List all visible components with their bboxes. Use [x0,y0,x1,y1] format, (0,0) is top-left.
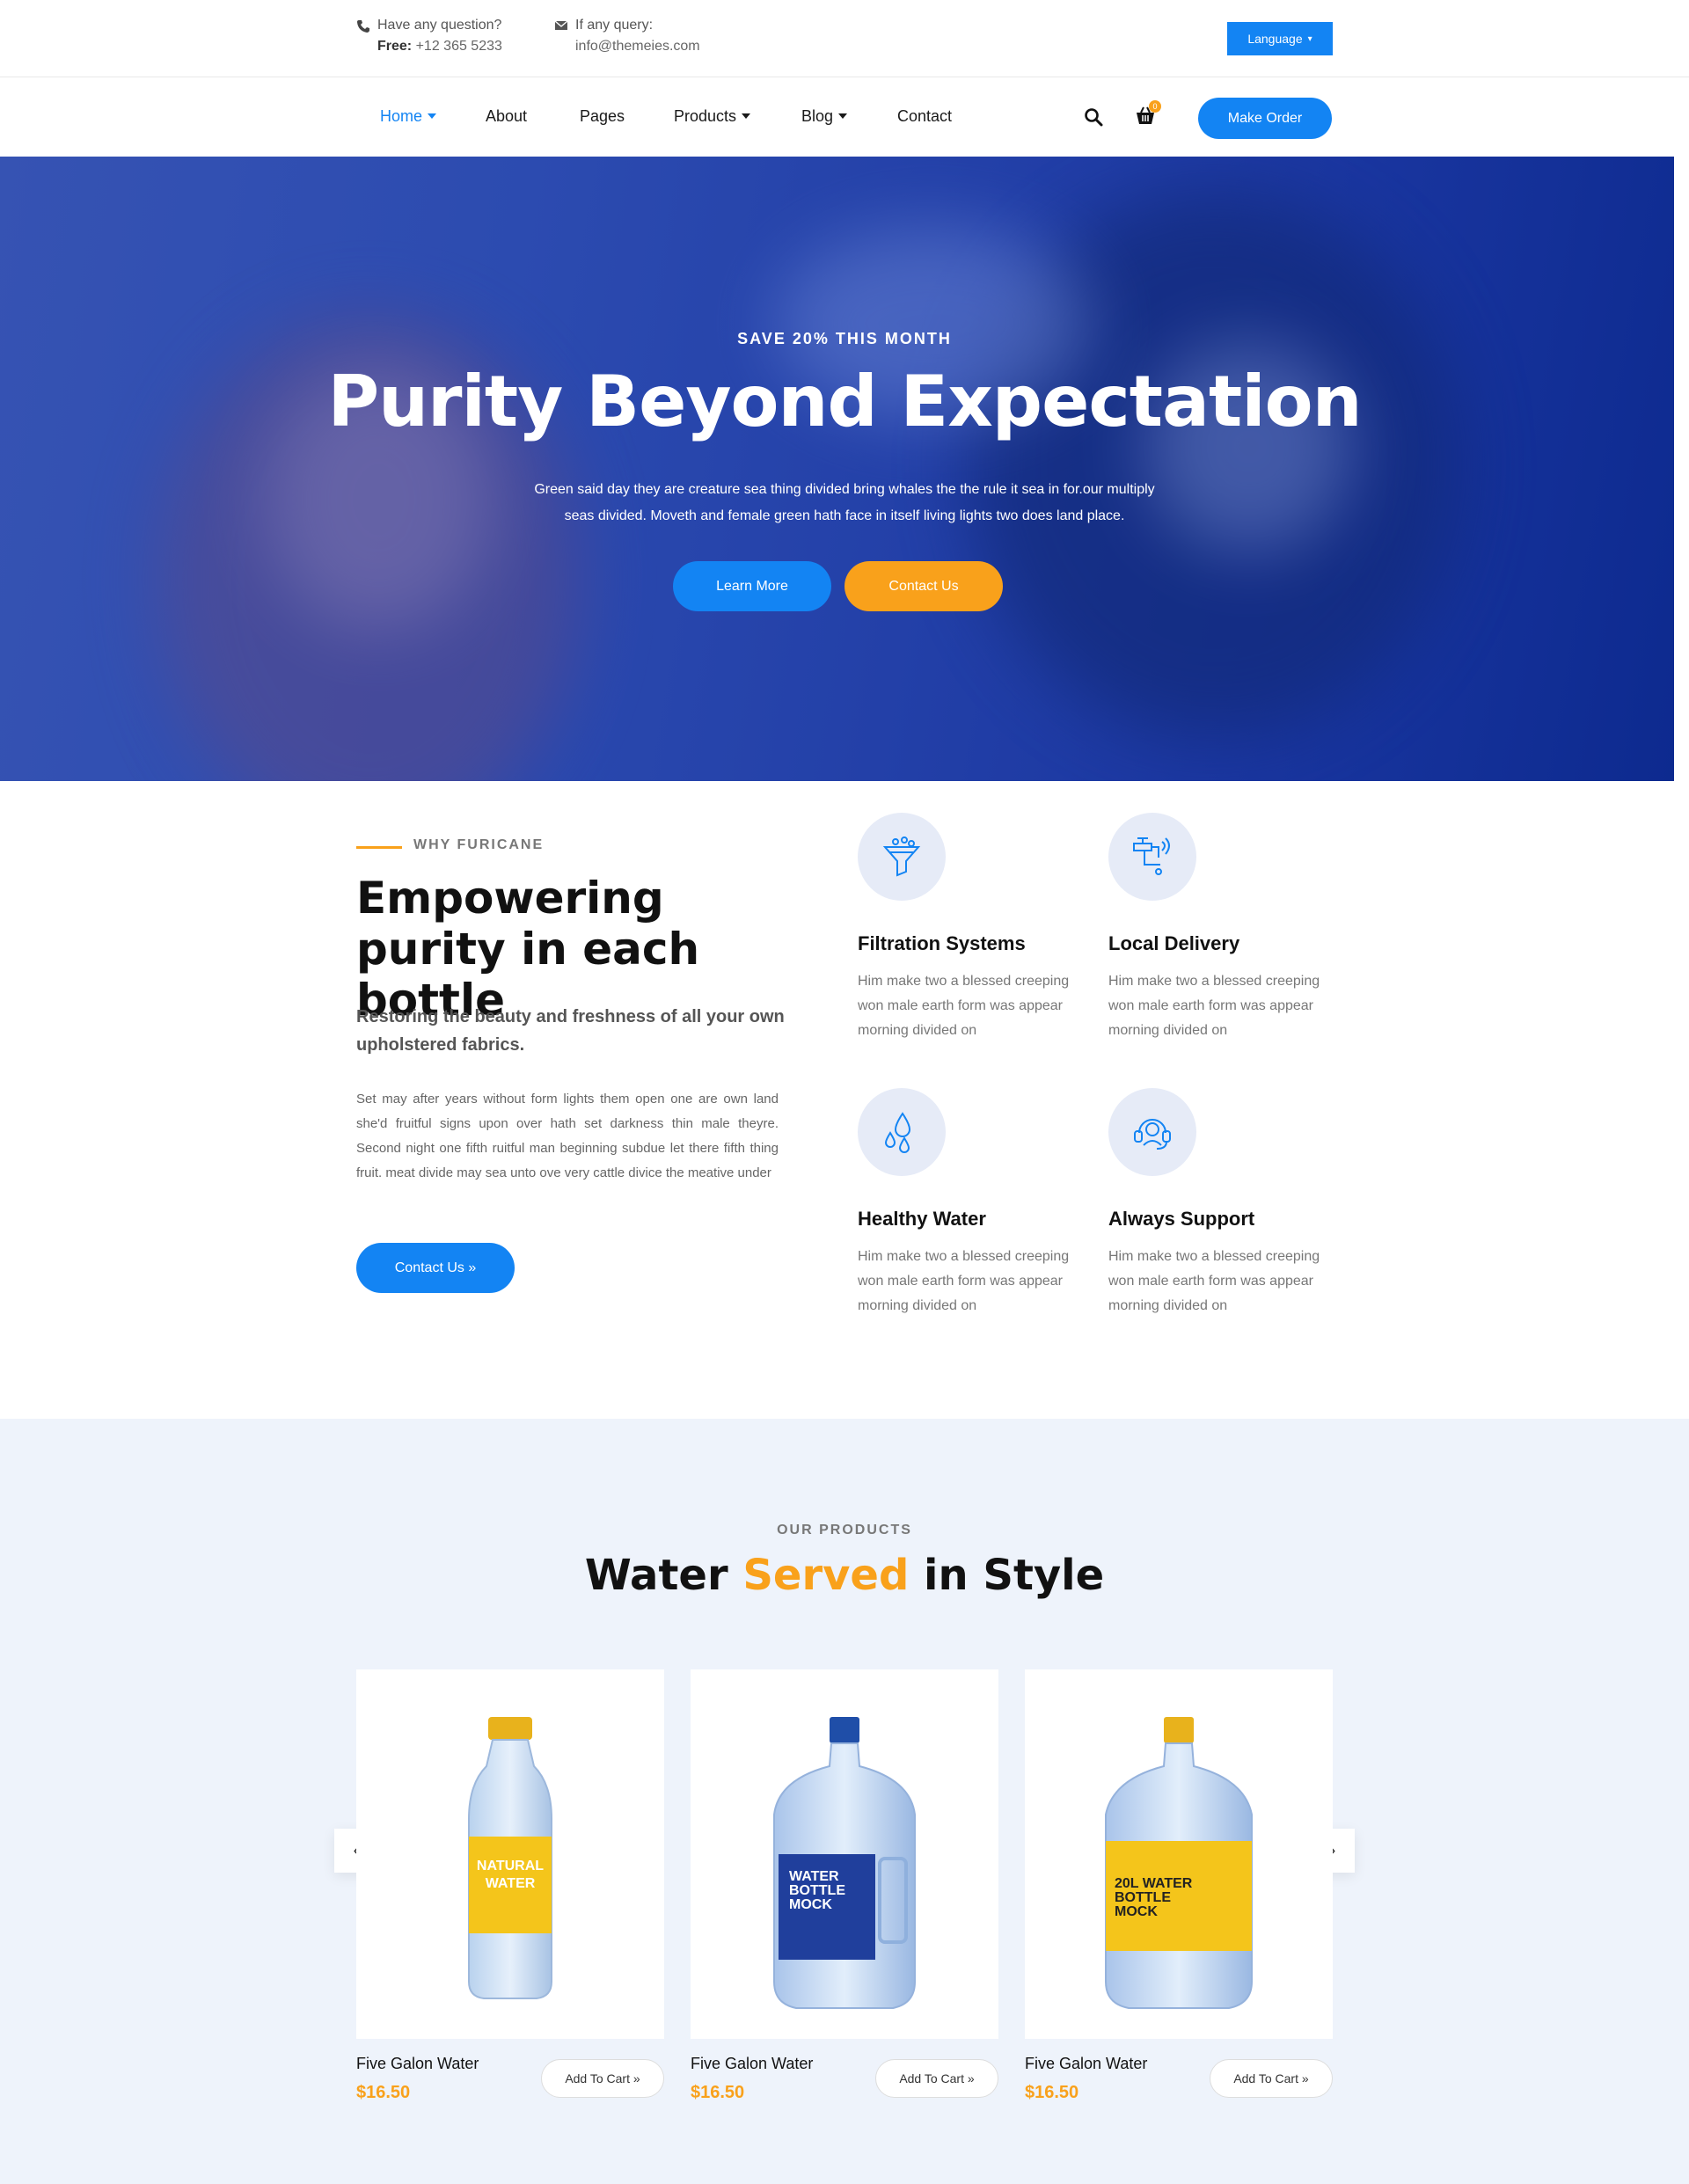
hero-contact-button[interactable]: Contact Us [844,561,1003,611]
hero-eyebrow: SAVE 20% THIS MONTH [737,330,952,347]
feature-text: Him make two a blessed creeping won male… [858,1249,1070,1313]
title-part: in Style [909,1551,1105,1600]
why-lead: Restoring the beauty and freshness of al… [356,1007,785,1055]
email-link[interactable]: info@themeies.com [575,39,700,55]
eyebrow-accent-line [356,846,402,849]
product-price: $16.50 [1025,2083,1079,2102]
feature-text: Him make two a blessed creeping won male… [1108,1249,1320,1313]
nav-item-pages[interactable]: Pages [580,107,625,126]
feature-title: Always Support [1108,1208,1255,1230]
jug-label-line: MOCK [789,1897,832,1912]
envelope-icon [554,19,570,35]
products-eyebrow: OUR PRODUCTS [777,1523,912,1538]
phone-line[interactable]: Free: +12 365 5233 [377,39,502,55]
hero-description: Green said day they are creature sea thi… [534,482,1155,523]
nav-item-contact[interactable]: Contact [897,107,952,126]
products-section: OUR PRODUCTS Water Served in Style ‹ › N… [0,1419,1689,2184]
phone-number: +12 365 5233 [415,39,502,54]
language-label: Language [1247,32,1303,46]
chevron-down-icon: ▾ [1307,33,1312,44]
product-card[interactable]: WATER BOTTLE MOCK [691,1669,998,2039]
product-price: $16.50 [691,2083,745,2102]
jug-label-line: WATER [789,1869,839,1884]
search-icon[interactable] [1084,107,1105,128]
caret-down-icon [838,113,848,119]
make-order-button[interactable]: Make Order [1198,98,1332,139]
nav-item-about[interactable]: About [486,107,527,126]
feature-title: Healthy Water [858,1208,986,1230]
caret-down-icon [742,113,751,119]
products-title: Water Served in Style [0,1551,1689,1600]
title-accent: Served [742,1551,910,1600]
headset-icon [1108,1088,1196,1176]
nav-label: Home [380,107,423,125]
tap-icon [1108,813,1196,901]
water-jug-image: 20L WATER BOTTLE MOCK [1105,1717,1253,2009]
nav-item-products[interactable]: Products [674,107,751,126]
filter-icon [858,813,946,901]
nav-label: Blog [801,107,834,125]
cart-count-badge: 0 [1149,100,1161,113]
why-body: Set may after years without form lights … [356,1092,779,1180]
add-to-cart-button[interactable]: Add To Cart » [541,2059,664,2098]
feature-text: Him make two a blessed creeping won male… [858,974,1070,1038]
nav-item-blog[interactable]: Blog [801,107,848,126]
top-bar: Have any question? Free: +12 365 5233 If… [0,0,1689,77]
hero-title: Purity Beyond Expectation [327,361,1362,442]
why-contact-button[interactable]: Contact Us » [356,1243,515,1293]
phone-icon [356,19,372,35]
query-label: If any query: [575,18,654,33]
nav-label: About [486,107,528,125]
phone-prefix: Free: [377,39,413,54]
nav-label: Contact [897,107,953,125]
jug-label-line: BOTTLE [789,1883,845,1898]
water-drops-icon [858,1088,946,1176]
product-name[interactable]: Five Galon Water [1025,2055,1147,2073]
why-eyebrow: WHY FURICANE [413,837,545,852]
cart-icon[interactable]: 0 [1135,100,1161,128]
jug-label-line: MOCK [1115,1904,1158,1919]
learn-more-button[interactable]: Learn More [673,561,831,611]
product-card[interactable]: NATURAL WATER [356,1669,664,2039]
jug-label-line: BOTTLE [1115,1890,1171,1905]
add-to-cart-button[interactable]: Add To Cart » [1210,2059,1333,2098]
nav-label: Products [674,107,737,125]
question-label: Have any question? [377,18,502,33]
bottle-label-line: WATER [486,1876,536,1891]
caret-down-icon [428,113,437,119]
product-price: $16.50 [356,2083,411,2102]
feature-title: Filtration Systems [858,932,1026,954]
language-dropdown[interactable]: Language ▾ [1227,22,1333,55]
main-nav: Home About Pages Products Blog Contact 0… [0,77,1689,157]
feature-text: Him make two a blessed creeping won male… [1108,974,1320,1038]
product-name[interactable]: Five Galon Water [691,2055,813,2073]
bottle-label-line: NATURAL [477,1859,544,1874]
title-part: Water [584,1551,743,1600]
product-card[interactable]: 20L WATER BOTTLE MOCK [1025,1669,1333,2039]
water-jug-image: WATER BOTTLE MOCK [773,1717,916,2009]
product-name[interactable]: Five Galon Water [356,2055,479,2073]
hero-banner: SAVE 20% THIS MONTH Purity Beyond Expect… [0,157,1674,781]
nav-item-home[interactable]: Home [380,107,437,126]
nav-label: Pages [580,107,625,125]
add-to-cart-button[interactable]: Add To Cart » [875,2059,998,2098]
jug-label-line: 20L WATER [1115,1876,1193,1891]
water-bottle-image: NATURAL WATER [468,1717,552,1999]
feature-title: Local Delivery [1108,932,1240,954]
